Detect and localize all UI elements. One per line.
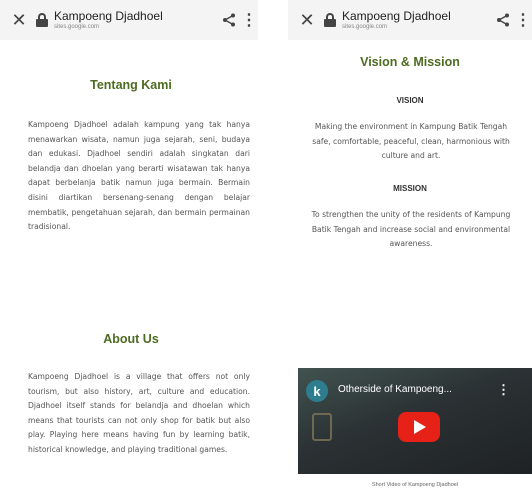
site-title: Kampoeng Djadhoel [54, 9, 163, 23]
more-vert-icon[interactable]: ⋮ [240, 10, 258, 30]
tentang-kami-paragraph: Kampoeng Djadhoel adalah kampung yang ta… [28, 120, 250, 232]
mission-label: MISSION [393, 184, 427, 193]
more-vert-icon[interactable]: ⋮ [514, 10, 532, 30]
play-button-icon[interactable] [398, 412, 440, 442]
share-icon[interactable] [218, 13, 240, 27]
video-title[interactable]: Otherside of Kampoeng... [338, 384, 452, 395]
vision-label: VISION [396, 96, 424, 105]
about-us-paragraph: Kampoeng Djadhoel is a village that offe… [28, 372, 250, 454]
site-url: sites.google.com [54, 24, 100, 30]
left-page-panel: ✕ Kampoeng Djadhoel sites.google.com ⋮ T… [0, 0, 262, 493]
vision-mission-heading: Vision & Mission [360, 55, 460, 69]
tentang-kami-heading: Tentang Kami [90, 78, 172, 92]
video-more-icon[interactable]: ⋮ [497, 382, 510, 398]
share-icon[interactable] [492, 13, 514, 27]
mission-text: To strengthen the unity of the residents… [311, 210, 511, 249]
lock-icon [324, 13, 336, 27]
site-url: sites.google.com [342, 24, 388, 30]
video-caption: Short Video of Kampoeng Djadhoel [371, 482, 459, 488]
page-title-block: Kampoeng Djadhoel sites.google.com [54, 10, 218, 30]
channel-avatar[interactable]: k [306, 380, 328, 402]
lock-icon [36, 13, 48, 27]
about-us-heading: About Us [103, 332, 159, 346]
lantern-shape [312, 413, 332, 441]
site-title: Kampoeng Djadhoel [342, 9, 451, 23]
close-icon[interactable]: ✕ [288, 10, 318, 31]
vision-text: Making the environment in Kampung Batik … [312, 122, 510, 161]
browser-toolbar: ✕ Kampoeng Djadhoel sites.google.com ⋮ [0, 0, 258, 40]
browser-toolbar: ✕ Kampoeng Djadhoel sites.google.com ⋮ [288, 0, 532, 40]
page-title-block: Kampoeng Djadhoel sites.google.com [342, 10, 492, 30]
video-player[interactable]: k Otherside of Kampoeng... ⋮ [298, 368, 532, 474]
right-page-panel: ✕ Kampoeng Djadhoel sites.google.com ⋮ V… [288, 0, 532, 493]
close-icon[interactable]: ✕ [0, 10, 30, 31]
